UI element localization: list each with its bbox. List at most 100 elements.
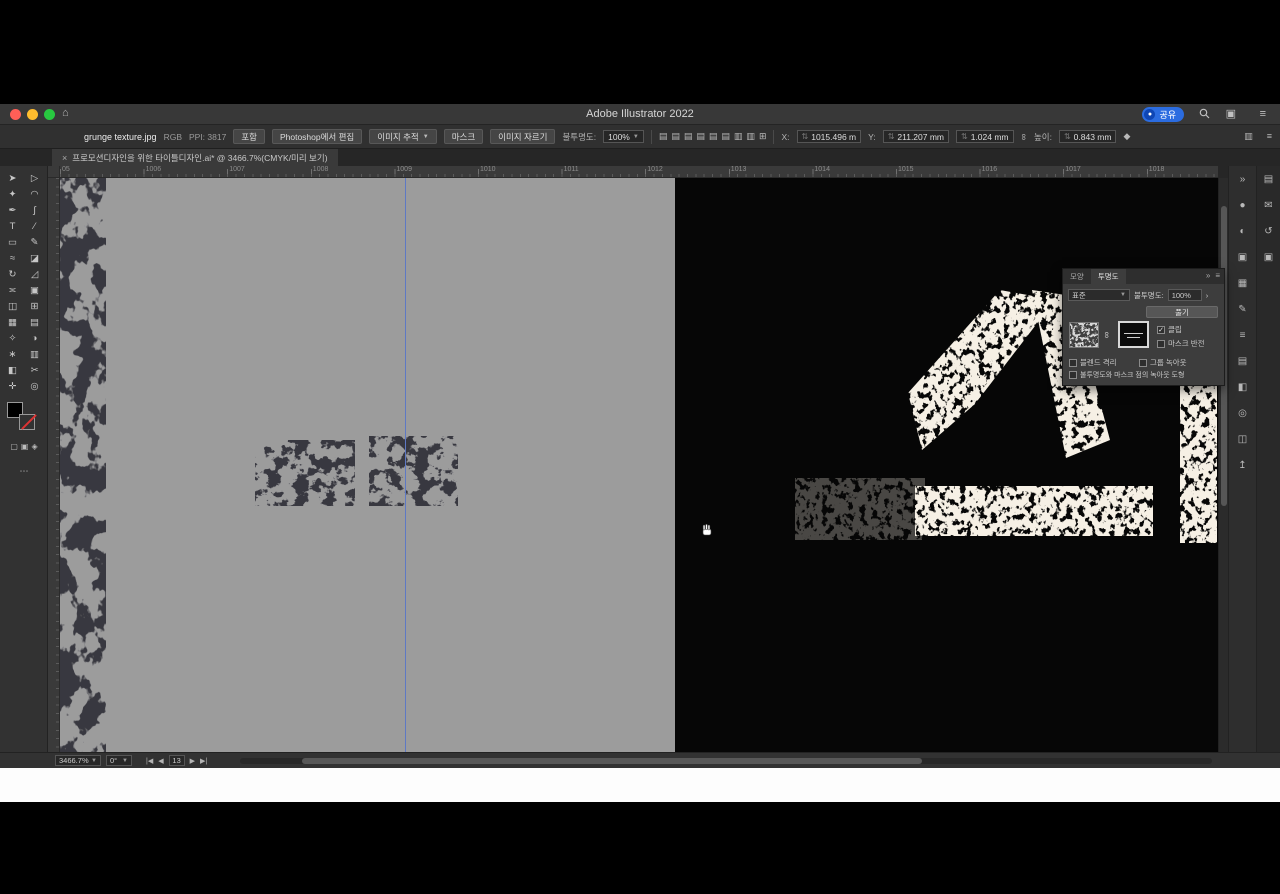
horizontal-scrollbar-thumb[interactable] [302,758,922,764]
slice-tool[interactable]: ✂ [24,362,46,378]
stepper-icon[interactable]: ⇅ [802,132,809,141]
panel-menu-icon[interactable]: ≡ [1215,271,1220,280]
panel-opacity-input[interactable]: 100% [1167,289,1202,301]
previous-artboard-button[interactable]: ◀ [158,757,163,765]
gradient-panel-icon[interactable]: ▤ [1229,348,1256,374]
search-icon[interactable] [1199,108,1210,123]
transparency-panel-icon[interactable]: ◧ [1229,374,1256,400]
top-ruler[interactable]: 05 1006 1007 1008 1009 1010 1011 1012 1013 1014 10… [60,166,1218,178]
column-graph-tool[interactable]: ▥ [24,346,46,362]
embed-button[interactable]: 포함 [233,129,265,144]
mask-thumbnail[interactable] [1118,321,1149,348]
vertical-scrollbar[interactable] [1218,178,1228,752]
curvature-tool[interactable]: ∫ [24,202,46,218]
align-middle-v-icon[interactable]: ▤ [709,131,718,142]
color-panel-icon[interactable]: ● [1229,192,1256,218]
collapse-panel-icon[interactable]: » [1206,271,1210,280]
link-mask-icon[interactable]: ∞ [1102,332,1112,338]
clip-checkbox[interactable]: ✓ 클립 [1157,324,1182,335]
crop-image-button[interactable]: 이미지 자르기 [490,129,556,144]
knockout-group-checkbox[interactable]: 그룹 녹아웃 [1139,357,1187,368]
mask-button[interactable]: 마스크 [443,129,484,144]
draw-inside-icon[interactable]: ◈ [31,442,37,451]
selection-tool[interactable]: ➤ [2,170,24,186]
magic-wand-tool[interactable]: ✦ [2,186,24,202]
libraries-icon[interactable]: ▣ [1229,244,1256,270]
collapse-panels-icon[interactable]: » [1229,166,1256,192]
paintbrush-tool[interactable]: ✎ [24,234,46,250]
align-left-icon[interactable]: ▤ [659,131,668,142]
opacity-input[interactable]: 100% ▼ [603,130,644,143]
control-bar-menu-icon[interactable]: ≡ [1267,131,1272,142]
line-segment-tool[interactable]: ∕ [24,218,46,234]
image-trace-button[interactable]: 이미지 추적 ▼ [369,129,437,144]
rotation-select[interactable]: 0° ▼ [106,755,132,766]
stepper-icon[interactable]: ⇅ [961,132,968,141]
asset-export-icon[interactable]: ↥ [1229,452,1256,478]
scale-tool[interactable]: ◿ [24,266,46,282]
brushes-icon[interactable]: ✎ [1229,296,1256,322]
blend-tool[interactable]: ◑ [24,330,46,346]
blend-mode-select[interactable]: 표준 ▼ [1068,289,1130,301]
align-center-h-icon[interactable]: ▤ [671,131,680,142]
eraser-tool[interactable]: ◪ [24,250,46,266]
appearance-panel-icon[interactable]: ◎ [1229,400,1256,426]
shaper-tool[interactable]: ≈ [2,250,24,266]
ruler-origin-corner[interactable] [48,166,60,178]
artwork-thumbnail[interactable] [1069,322,1099,348]
zoom-level-select[interactable]: 3466.7% ▼ [55,755,101,766]
comments-icon[interactable]: ✉ [1257,192,1280,218]
first-artboard-button[interactable]: |◀ [146,757,153,765]
pen-tool[interactable]: ✒ [2,202,24,218]
zoom-tool[interactable]: ◎ [24,378,46,394]
next-artboard-button[interactable]: ▶ [190,757,195,765]
stroke-color-swatch[interactable] [19,414,35,430]
opacity-mask-define-checkbox[interactable]: 불투명도와 마스크 점의 녹아웃 도형 [1069,370,1184,380]
mesh-tool[interactable]: ▦ [2,314,24,330]
horizontal-scrollbar[interactable] [240,758,1212,764]
shape-builder-tool[interactable]: ◫ [2,298,24,314]
rotate-tool[interactable]: ↻ [2,266,24,282]
align-right-icon[interactable]: ▤ [684,131,693,142]
height-input[interactable]: ⇅ 0.843 mm [1058,130,1117,143]
stepper-icon[interactable]: ⇅ [888,132,895,141]
align-top-icon[interactable]: ▤ [696,131,705,142]
rectangle-tool[interactable]: ▭ [2,234,24,250]
align-options-icon[interactable]: ⊞ [759,131,767,142]
arrange-documents-icon[interactable]: ▥ [1244,131,1253,142]
swatches-icon[interactable]: ▦ [1229,270,1256,296]
document-tab[interactable]: × 프로모션디자인을 위한 타이틀디자인.ai* @ 3466.7%(CMYK/… [52,149,338,166]
stroke-panel-icon[interactable]: ≡ [1229,322,1256,348]
libraries-panel-icon[interactable]: ▣ [1257,244,1280,270]
draw-behind-icon[interactable]: ▣ [21,442,29,451]
edit-toolbar-icon[interactable]: ⋯ [0,466,48,477]
release-mask-button[interactable]: 풀기 [1146,306,1218,318]
lasso-tool[interactable]: ◠ [24,186,46,202]
invert-mask-checkbox[interactable]: 마스크 반전 [1157,338,1205,349]
draw-normal-icon[interactable]: ▢ [10,442,18,451]
free-transform-tool[interactable]: ▣ [24,282,46,298]
hand-tool[interactable]: ✛ [2,378,24,394]
gradient-tool[interactable]: ▤ [24,314,46,330]
app-menu-icon[interactable]: ≡ [1260,108,1266,121]
close-tab-icon[interactable]: × [62,153,67,163]
last-artboard-button[interactable]: ▶| [200,757,207,765]
symbol-sprayer-tool[interactable]: ∗ [2,346,24,362]
align-bottom-icon[interactable]: ▤ [721,131,730,142]
share-button[interactable]: ● 공유 [1142,107,1184,122]
width-tool[interactable]: ≍ [2,282,24,298]
x-input[interactable]: ⇅ 1015.496 m [796,130,862,143]
layers-panel-icon[interactable]: ◫ [1229,426,1256,452]
distribute-h-icon[interactable]: ▥ [734,131,743,142]
distribute-v-icon[interactable]: ▥ [746,131,755,142]
y-input[interactable]: ⇅ 211.207 mm [882,130,950,143]
artboard-tool[interactable]: ◧ [2,362,24,378]
eyedropper-tool[interactable]: ✧ [2,330,24,346]
direct-selection-tool[interactable]: ▷ [24,170,46,186]
properties-panel-icon[interactable]: ▤ [1257,166,1280,192]
width-input[interactable]: ⇅ 1.024 mm [956,130,1014,143]
edit-in-photoshop-button[interactable]: Photoshop에서 편집 [271,129,363,144]
perspective-grid-tool[interactable]: ⊞ [24,298,46,314]
left-ruler[interactable] [48,178,60,752]
tab-appearance[interactable]: 모양 [1063,269,1091,284]
